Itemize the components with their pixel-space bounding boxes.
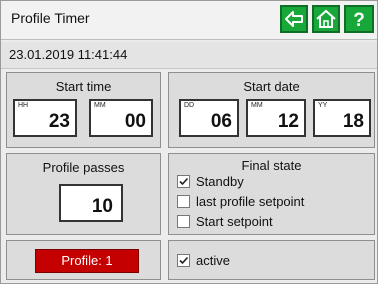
page-title: Profile Timer (11, 10, 90, 26)
start-minute-field[interactable]: MM 00 (89, 99, 153, 137)
datetime-bar: 23.01.2019 11:41:44 (1, 42, 377, 69)
profile-passes-title: Profile passes (42, 160, 125, 175)
start-date-panel: Start date DD 06 MM 12 YY 18 (168, 72, 375, 148)
checkbox-checked[interactable] (177, 254, 190, 267)
profile-passes-value: 10 (91, 196, 113, 217)
active-label: active (196, 253, 230, 268)
checkbox-unchecked[interactable] (177, 195, 190, 208)
home-button[interactable] (312, 5, 340, 33)
hour-value: 23 (48, 111, 70, 132)
back-button[interactable] (280, 5, 308, 33)
day-tag: DD (184, 102, 195, 109)
profile-passes-panel: Profile passes 10 (6, 153, 161, 235)
start-date-title: Start date (243, 79, 300, 94)
option-label: Standby (196, 174, 244, 189)
help-icon: ? (353, 10, 365, 31)
profile-status-badge[interactable]: Profile: 1 (35, 249, 139, 273)
start-hour-field[interactable]: HH 23 (13, 99, 77, 137)
checkbox-checked[interactable] (177, 175, 190, 188)
help-button[interactable]: ? (344, 5, 374, 33)
svg-text:?: ? (353, 10, 365, 31)
profile-panel: Profile: 1 (6, 240, 161, 280)
month-tag: MM (251, 102, 263, 109)
start-month-field[interactable]: MM 12 (246, 99, 306, 137)
checkmark-icon (179, 177, 189, 186)
final-state-title: Final state (241, 158, 302, 173)
minute-tag: MM (94, 102, 106, 109)
start-time-panel: Start time HH 23 MM 00 (6, 72, 161, 148)
option-label: Start setpoint (196, 214, 273, 229)
hour-tag: HH (18, 102, 29, 109)
home-icon (316, 9, 336, 28)
current-datetime: 23.01.2019 11:41:44 (9, 47, 128, 62)
back-arrow-icon (285, 11, 303, 27)
day-value: 06 (210, 111, 232, 132)
active-panel: active (168, 240, 375, 280)
month-value: 12 (277, 111, 299, 132)
checkbox-unchecked[interactable] (177, 215, 190, 228)
start-day-field[interactable]: DD 06 (179, 99, 239, 137)
minute-value: 00 (124, 111, 146, 132)
start-time-title: Start time (55, 79, 112, 94)
start-year-field[interactable]: YY 18 (313, 99, 371, 137)
final-state-panel: Final state Standby last profile setpoin… (168, 153, 375, 235)
checkmark-icon (179, 256, 189, 265)
title-bar: Profile Timer ? (1, 1, 377, 40)
profile-passes-field[interactable]: 10 (59, 184, 123, 222)
year-value: 18 (342, 111, 364, 132)
option-label: last profile setpoint (196, 194, 305, 209)
year-tag: YY (318, 102, 328, 109)
